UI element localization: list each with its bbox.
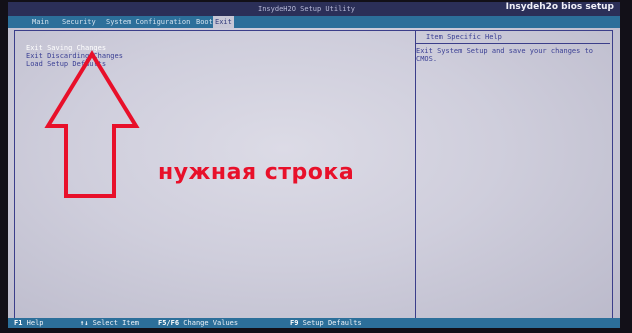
bios-top-bar: InsydeH2O Setup Utility Insydeh2o bios s… — [8, 2, 620, 16]
tab-boot[interactable]: Boot — [194, 16, 215, 28]
help-panel — [415, 30, 613, 320]
key-f1-label: F1 — [14, 319, 23, 327]
key-select-item-text: Select Item — [92, 319, 140, 327]
key-change-values-text: Change Values — [183, 319, 239, 327]
annotation-up-arrow-icon — [44, 50, 140, 198]
tab-main[interactable]: Main — [30, 16, 51, 28]
key-help-text: Help — [26, 319, 44, 327]
brand-label: Insydeh2o bios setup — [505, 2, 614, 12]
key-help: F1 Help — [14, 318, 44, 328]
help-text: Exit System Setup and save your changes … — [416, 47, 594, 63]
tab-exit[interactable]: Exit — [213, 16, 234, 28]
bios-screen: InsydeH2O Setup Utility Insydeh2o bios s… — [8, 2, 620, 328]
key-setup-defaults-text: Setup Defaults — [302, 319, 362, 327]
help-title: Item Specific Help — [426, 33, 502, 41]
key-legend-bar: F1 Help ↑↓ Select Item F5/F6 Change Valu… — [8, 318, 620, 328]
tab-system-configuration[interactable]: System Configuration — [104, 16, 192, 28]
key-select-item: ↑↓ Select Item — [80, 318, 139, 328]
key-f9-label: F9 — [290, 319, 299, 327]
key-f5f6-label: F5/F6 — [158, 319, 180, 327]
key-change-values: F5/F6 Change Values — [158, 318, 238, 328]
key-setup-defaults: F9 Setup Defaults — [290, 318, 362, 328]
tab-security[interactable]: Security — [60, 16, 98, 28]
annotation-caption: нужная строка — [158, 160, 355, 185]
help-divider — [416, 43, 610, 44]
key-arrows-label: ↑↓ — [80, 319, 89, 327]
menu-tabs: Main Security System Configuration Boot … — [8, 16, 620, 28]
bios-title: InsydeH2O Setup Utility — [258, 5, 355, 13]
